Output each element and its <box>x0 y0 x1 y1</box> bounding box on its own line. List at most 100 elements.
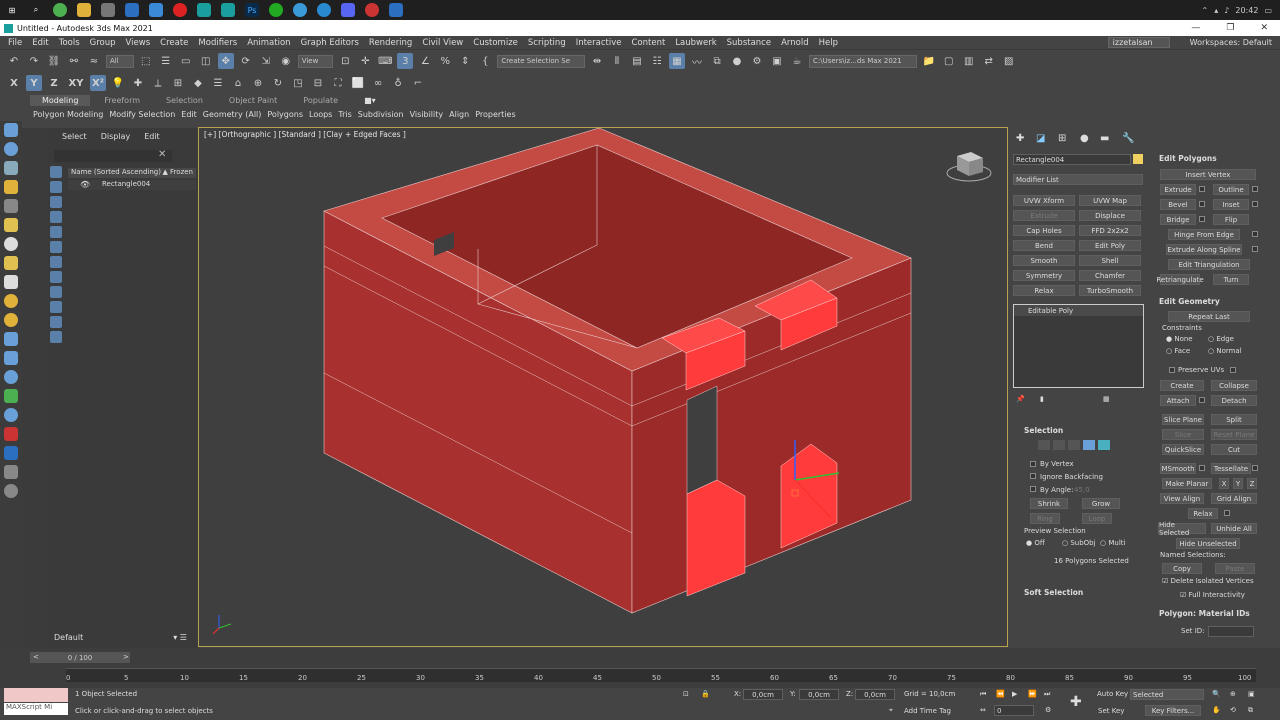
menu-help[interactable]: Help <box>819 38 838 48</box>
scene-search-input[interactable] <box>54 150 172 162</box>
menu-edit[interactable]: Edit <box>32 38 48 48</box>
next-frame-icon[interactable]: ⏩ <box>1028 690 1037 698</box>
workspace-value[interactable]: Default <box>1243 38 1272 47</box>
menu-group[interactable]: Group <box>90 38 116 48</box>
select-scale-icon[interactable]: ⇲ <box>258 53 274 69</box>
viewport-icon[interactable]: ◳ <box>290 75 306 91</box>
menu-arnold[interactable]: Arnold <box>781 38 809 48</box>
constraint-normal-radio[interactable]: ○ Normal <box>1208 347 1242 355</box>
select-rotate-icon[interactable]: ⟳ <box>238 53 254 69</box>
create-icon[interactable] <box>4 123 18 137</box>
layer-dropdown-icon[interactable]: ▾ ☰ <box>173 633 187 642</box>
play-icon[interactable]: ▶ <box>1012 690 1017 698</box>
utilities-tab-icon[interactable]: 🔧 <box>1122 133 1134 144</box>
z-axis-icon[interactable]: Z <box>46 75 62 91</box>
geosphere-icon[interactable] <box>4 370 18 384</box>
chrome-icon[interactable] <box>53 3 67 17</box>
bridge-button[interactable]: Bridge <box>1160 214 1196 225</box>
telegram-icon[interactable] <box>293 3 307 17</box>
selection-filter-dropdown[interactable]: All <box>106 54 134 68</box>
msmooth-settings-icon[interactable] <box>1199 465 1205 471</box>
ignore-backfacing-checkbox[interactable] <box>1030 473 1036 479</box>
scene-tab-display[interactable]: Display <box>101 132 131 141</box>
xy-plane-icon[interactable]: XY <box>66 75 86 91</box>
curve-editor-icon[interactable]: 〰 <box>689 53 705 69</box>
filter-containers-icon[interactable] <box>50 301 62 313</box>
attach-button[interactable]: Attach <box>1160 395 1196 406</box>
outline-settings-icon[interactable] <box>1252 186 1258 192</box>
configure-modifier-icon[interactable]: ▦ <box>1103 395 1110 403</box>
mod-ffd[interactable]: FFD 2x2x2 <box>1079 225 1141 236</box>
panel-polygons[interactable]: Polygons <box>264 110 306 119</box>
eye-icon[interactable]: 👁 <box>80 180 90 189</box>
border-mode-icon[interactable] <box>1068 440 1080 450</box>
tab-object-paint[interactable]: Object Paint <box>217 95 289 106</box>
select-object-icon[interactable]: ⬚ <box>138 53 154 69</box>
detach-button[interactable]: Detach <box>1211 395 1257 406</box>
polygon-mode-icon[interactable] <box>1083 440 1095 450</box>
photoshop-icon[interactable]: Ps <box>245 3 259 17</box>
percent-snap-icon[interactable]: % <box>437 53 453 69</box>
maximize-icon[interactable]: ❐ <box>1226 23 1234 33</box>
open-icon[interactable]: ▢ <box>941 53 957 69</box>
snaps-toggle-icon[interactable]: 3 <box>397 53 414 69</box>
menu-modifiers[interactable]: Modifiers <box>198 38 237 48</box>
shape-icon[interactable] <box>4 351 18 365</box>
edit-named-sel-icon[interactable]: { <box>477 53 493 69</box>
menu-substance[interactable]: Substance <box>727 38 771 48</box>
filter-hidden-icon[interactable] <box>50 331 62 343</box>
edge-icon[interactable] <box>317 3 331 17</box>
planar-z-button[interactable]: Z <box>1247 478 1257 489</box>
snap-vertex-icon[interactable]: ◆ <box>190 75 206 91</box>
edit-triangulation-button[interactable]: Edit Triangulation <box>1168 259 1250 270</box>
extrude-settings-icon[interactable] <box>1199 186 1205 192</box>
unhide-all-button[interactable]: Unhide All <box>1211 523 1257 534</box>
set-id-spinner[interactable] <box>1208 626 1254 637</box>
select-manipulate-icon[interactable]: ✛ <box>357 53 373 69</box>
name-column-header[interactable]: Name (Sorted Ascending) <box>71 168 161 178</box>
torus-icon[interactable] <box>4 237 18 251</box>
window-crossing-icon[interactable]: ◫ <box>198 53 214 69</box>
minimize-icon[interactable]: — <box>1191 23 1200 33</box>
mod-relax[interactable]: Relax <box>1013 285 1075 296</box>
align-icon[interactable]: ⫴ <box>609 53 625 69</box>
object-color-swatch[interactable] <box>1133 154 1143 164</box>
panel-edit[interactable]: Edit <box>178 110 200 119</box>
filter-bones-icon[interactable] <box>50 286 62 298</box>
mirror-icon[interactable]: ⇹ <box>589 53 605 69</box>
mod-turbosmooth[interactable]: TurboSmooth <box>1079 285 1141 296</box>
constraint-face-radio[interactable]: ○ Face <box>1166 347 1190 355</box>
relax-settings-icon[interactable] <box>1224 510 1230 516</box>
copy-button[interactable]: Copy <box>1162 563 1202 574</box>
vertex-mode-icon[interactable] <box>1038 440 1050 450</box>
lock-selection-icon[interactable]: 🔒 <box>701 690 710 698</box>
bulb-icon[interactable]: ♁ <box>390 75 406 91</box>
menu-file[interactable]: File <box>8 38 22 48</box>
hide-selected-button[interactable]: Hide Selected <box>1158 521 1206 537</box>
extrude-spline-settings-icon[interactable] <box>1252 246 1258 252</box>
selection-rollout-title[interactable]: Selection <box>1024 426 1063 435</box>
hinge-from-edge-button[interactable]: Hinge From Edge <box>1168 229 1240 240</box>
maxscript-mini-listener[interactable]: MAXScript Mi <box>4 703 68 715</box>
menu-customize[interactable]: Customize <box>473 38 518 48</box>
3dsmax-icon[interactable] <box>197 3 211 17</box>
orbit-icon[interactable]: ⟲ <box>1230 706 1236 714</box>
planar-y-button[interactable]: Y <box>1233 478 1243 489</box>
hierarchy-icon[interactable]: ⛶ <box>330 75 346 91</box>
slider-right-arrow-icon[interactable]: > <box>123 653 129 661</box>
scene-tab-edit[interactable]: Edit <box>144 132 160 141</box>
store-icon[interactable] <box>101 3 115 17</box>
goto-start-icon[interactable]: ⏮ <box>980 690 986 699</box>
filter-helpers-icon[interactable] <box>50 226 62 238</box>
render-icon[interactable]: ☕ <box>789 53 805 69</box>
named-selection-dropdown[interactable]: Create Selection Se <box>497 54 586 68</box>
script-icon[interactable] <box>4 465 18 479</box>
key-selection-dropdown[interactable]: Selected <box>1130 689 1204 700</box>
zoom-extents-icon[interactable]: ▣ <box>1248 690 1255 698</box>
flip-button[interactable]: Flip <box>1213 214 1249 225</box>
modifier-list-dropdown[interactable]: Modifier List <box>1013 174 1143 185</box>
scene-icon[interactable]: ▥ <box>961 53 977 69</box>
foliage-icon[interactable] <box>4 389 18 403</box>
box-icon[interactable] <box>4 161 18 175</box>
panel-align[interactable]: Align <box>446 110 472 119</box>
